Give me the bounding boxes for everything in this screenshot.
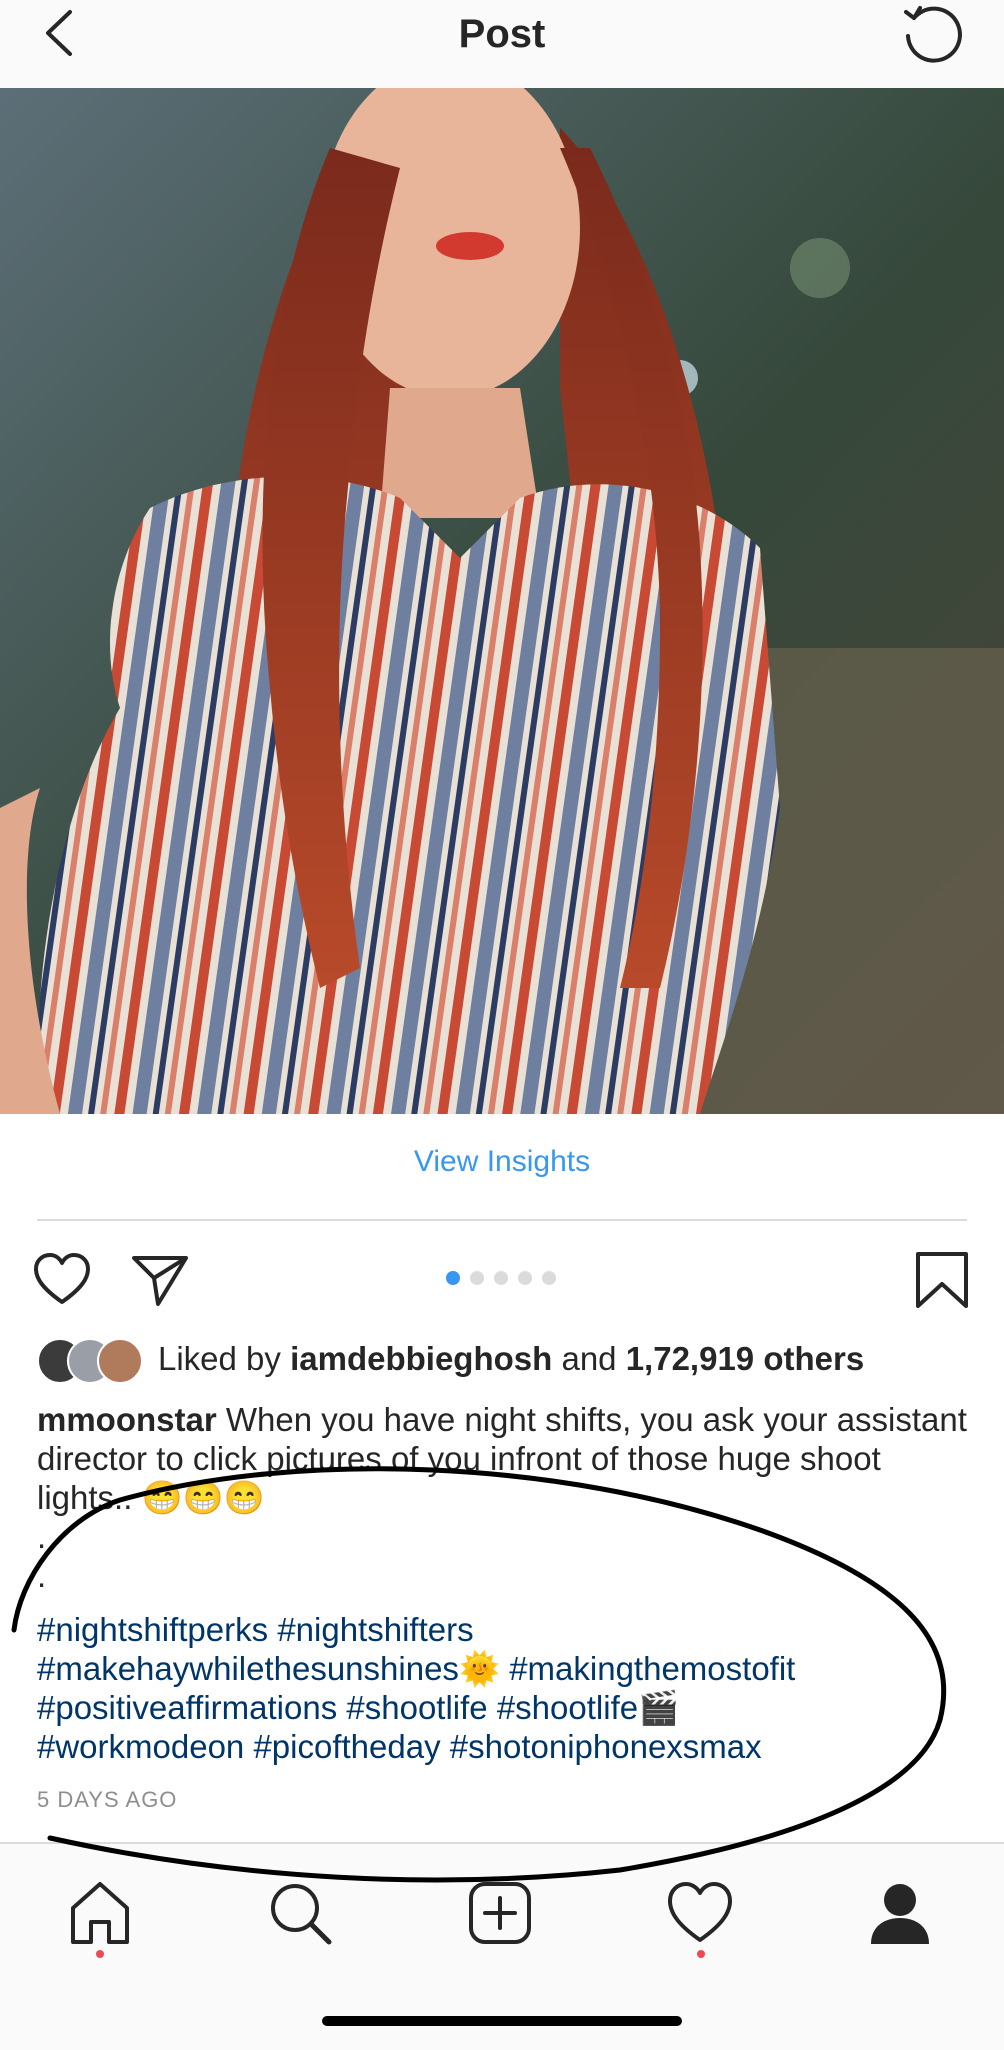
page-title: Post — [458, 12, 546, 56]
caption-dot: . — [37, 1518, 47, 1555]
home-indicator — [322, 2016, 682, 2026]
home-icon[interactable] — [65, 1878, 135, 1948]
likes-prefix: Liked by — [158, 1340, 281, 1377]
hashtag-link[interactable]: #workmodeon — [37, 1728, 244, 1765]
post-timestamp: 5 DAYS AGO — [37, 1787, 178, 1812]
notification-dot — [96, 1950, 104, 1958]
hashtag-link[interactable]: #shootlife — [346, 1689, 487, 1726]
hashtag-link[interactable]: #makehaywhilethesunshines — [37, 1650, 459, 1687]
heart-icon[interactable] — [665, 1878, 735, 1948]
top-nav-bar: Post — [0, 0, 1004, 88]
hashtag-link[interactable]: #shootlife — [497, 1689, 638, 1726]
carousel-dot — [446, 1271, 460, 1285]
hashtag-link[interactable]: #makingthemostofit — [509, 1650, 795, 1687]
hashtags: #nightshiftperks #nightshifters #makehay… — [37, 1610, 977, 1766]
post-caption: mmoonstar When you have night shifts, yo… — [37, 1400, 977, 1595]
search-icon[interactable] — [265, 1878, 335, 1948]
carousel-dot — [518, 1271, 532, 1285]
add-icon[interactable] — [465, 1878, 535, 1948]
caption-username-link[interactable]: mmoonstar — [37, 1401, 217, 1438]
clapper-emoji: 🎬 — [638, 1689, 680, 1726]
bookmark-icon[interactable] — [912, 1250, 972, 1310]
divider — [37, 1219, 967, 1221]
sun-emoji: 🌞 — [458, 1650, 501, 1687]
hashtag-link[interactable]: #nightshifters — [277, 1611, 473, 1648]
post-photo[interactable] — [0, 88, 1004, 1114]
hashtag-link[interactable]: #shotoniphonexsmax — [450, 1728, 762, 1765]
notification-dot — [697, 1950, 705, 1958]
hashtag-link[interactable]: #picoftheday — [253, 1728, 440, 1765]
hashtag-link[interactable]: #positiveaffirmations — [37, 1689, 337, 1726]
heart-icon[interactable] — [32, 1250, 92, 1310]
carousel-dot — [542, 1271, 556, 1285]
caption-dot: . — [37, 1557, 47, 1594]
carousel-dot — [494, 1271, 508, 1285]
likes-count-link[interactable]: 1,72,919 others — [626, 1340, 864, 1377]
likes-summary: Liked by iamdebbieghosh and 1,72,919 oth… — [158, 1340, 864, 1378]
likes-conjunction: and — [561, 1340, 617, 1377]
liker-avatars[interactable] — [37, 1336, 147, 1384]
refresh-icon[interactable] — [900, 2, 964, 66]
view-insights-link[interactable]: View Insights — [0, 1145, 1004, 1179]
carousel-dot — [470, 1271, 484, 1285]
liker-username-link[interactable]: iamdebbieghosh — [290, 1340, 552, 1377]
share-icon[interactable] — [130, 1250, 190, 1310]
profile-icon[interactable] — [865, 1878, 935, 1948]
avatar — [97, 1338, 143, 1384]
hashtag-link[interactable]: #nightshiftperks — [37, 1611, 268, 1648]
